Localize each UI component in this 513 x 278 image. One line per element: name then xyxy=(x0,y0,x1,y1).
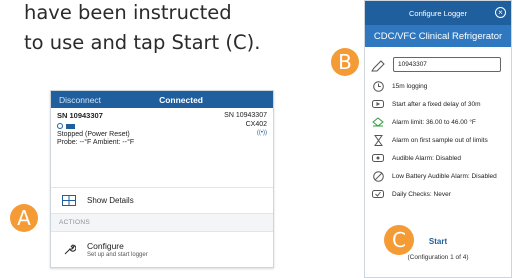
profile-banner[interactable]: CDC/VFC Clinical Refrigerator xyxy=(365,25,511,47)
probe-readings: Probe: --°F Ambient: --°F xyxy=(57,139,135,146)
logger-name-row xyxy=(365,55,511,75)
disconnect-button[interactable]: Disconnect xyxy=(59,95,101,105)
logger-model: CX402 xyxy=(245,120,267,128)
hourglass-icon xyxy=(371,134,385,146)
option-logging-interval[interactable]: 15m logging xyxy=(365,77,511,95)
daily-checks-icon xyxy=(371,188,385,200)
actions-header: ACTIONS xyxy=(51,213,273,231)
option-low-battery-alarm[interactable]: Low Battery Audible Alarm: Disabled xyxy=(365,167,511,185)
details-icon xyxy=(61,195,77,207)
battery-icon xyxy=(66,123,75,129)
serial-number-right: SN 10943307 xyxy=(224,112,267,119)
wrench-icon xyxy=(61,244,77,256)
show-details-button[interactable]: Show Details xyxy=(51,187,273,213)
callout-badge-c: C xyxy=(384,225,414,255)
option-daily-checks[interactable]: Daily Checks: Never xyxy=(365,185,511,203)
close-icon[interactable]: × xyxy=(495,7,506,18)
option-start-delay[interactable]: Start after a fixed delay of 30m xyxy=(365,95,511,113)
logger-info: SN 10943307 Stopped (Power Reset) Probe:… xyxy=(51,108,273,178)
configure-title: Configure Logger xyxy=(409,8,467,18)
callout-badge-a: A xyxy=(10,204,38,232)
signal-icon: ((•)) xyxy=(256,130,267,136)
option-alarm-limit[interactable]: Alarm limit: 36.00 to 46.00 °F xyxy=(365,113,511,131)
connection-status: Connected xyxy=(159,94,203,105)
instruction-line-1: have been instructed xyxy=(24,1,232,24)
configure-header: Configure Logger × xyxy=(365,1,511,25)
logger-name-input[interactable] xyxy=(393,57,501,72)
logger-status-icon xyxy=(57,123,63,129)
start-delay-icon xyxy=(371,98,385,110)
logger-status-screen: Disconnect Connected SN 10943307 Stopped… xyxy=(50,90,274,268)
clock-icon xyxy=(371,80,385,92)
show-details-label: Show Details xyxy=(87,196,134,205)
option-audible-alarm[interactable]: Audible Alarm: Disabled xyxy=(365,149,511,167)
pencil-icon xyxy=(371,59,385,77)
instruction-text: have been instructed to use and tap Star… xyxy=(24,0,260,58)
option-alarm-first-sample[interactable]: Alarm on first sample out of limits xyxy=(365,131,511,149)
configure-button[interactable]: Configure Set up and start logger xyxy=(51,231,273,267)
callout-badge-b: B xyxy=(331,48,359,76)
alarm-limit-icon xyxy=(371,116,385,128)
configure-label: Configure xyxy=(87,241,124,251)
configure-sublabel: Set up and start logger xyxy=(87,252,148,258)
audible-alarm-icon xyxy=(371,152,385,164)
configuration-count: (Configuration 1 of 4) xyxy=(407,254,469,261)
disabled-icon xyxy=(371,170,385,182)
instruction-line-2: to use and tap Start (C). xyxy=(24,31,261,54)
status-header: Disconnect Connected xyxy=(51,91,273,108)
